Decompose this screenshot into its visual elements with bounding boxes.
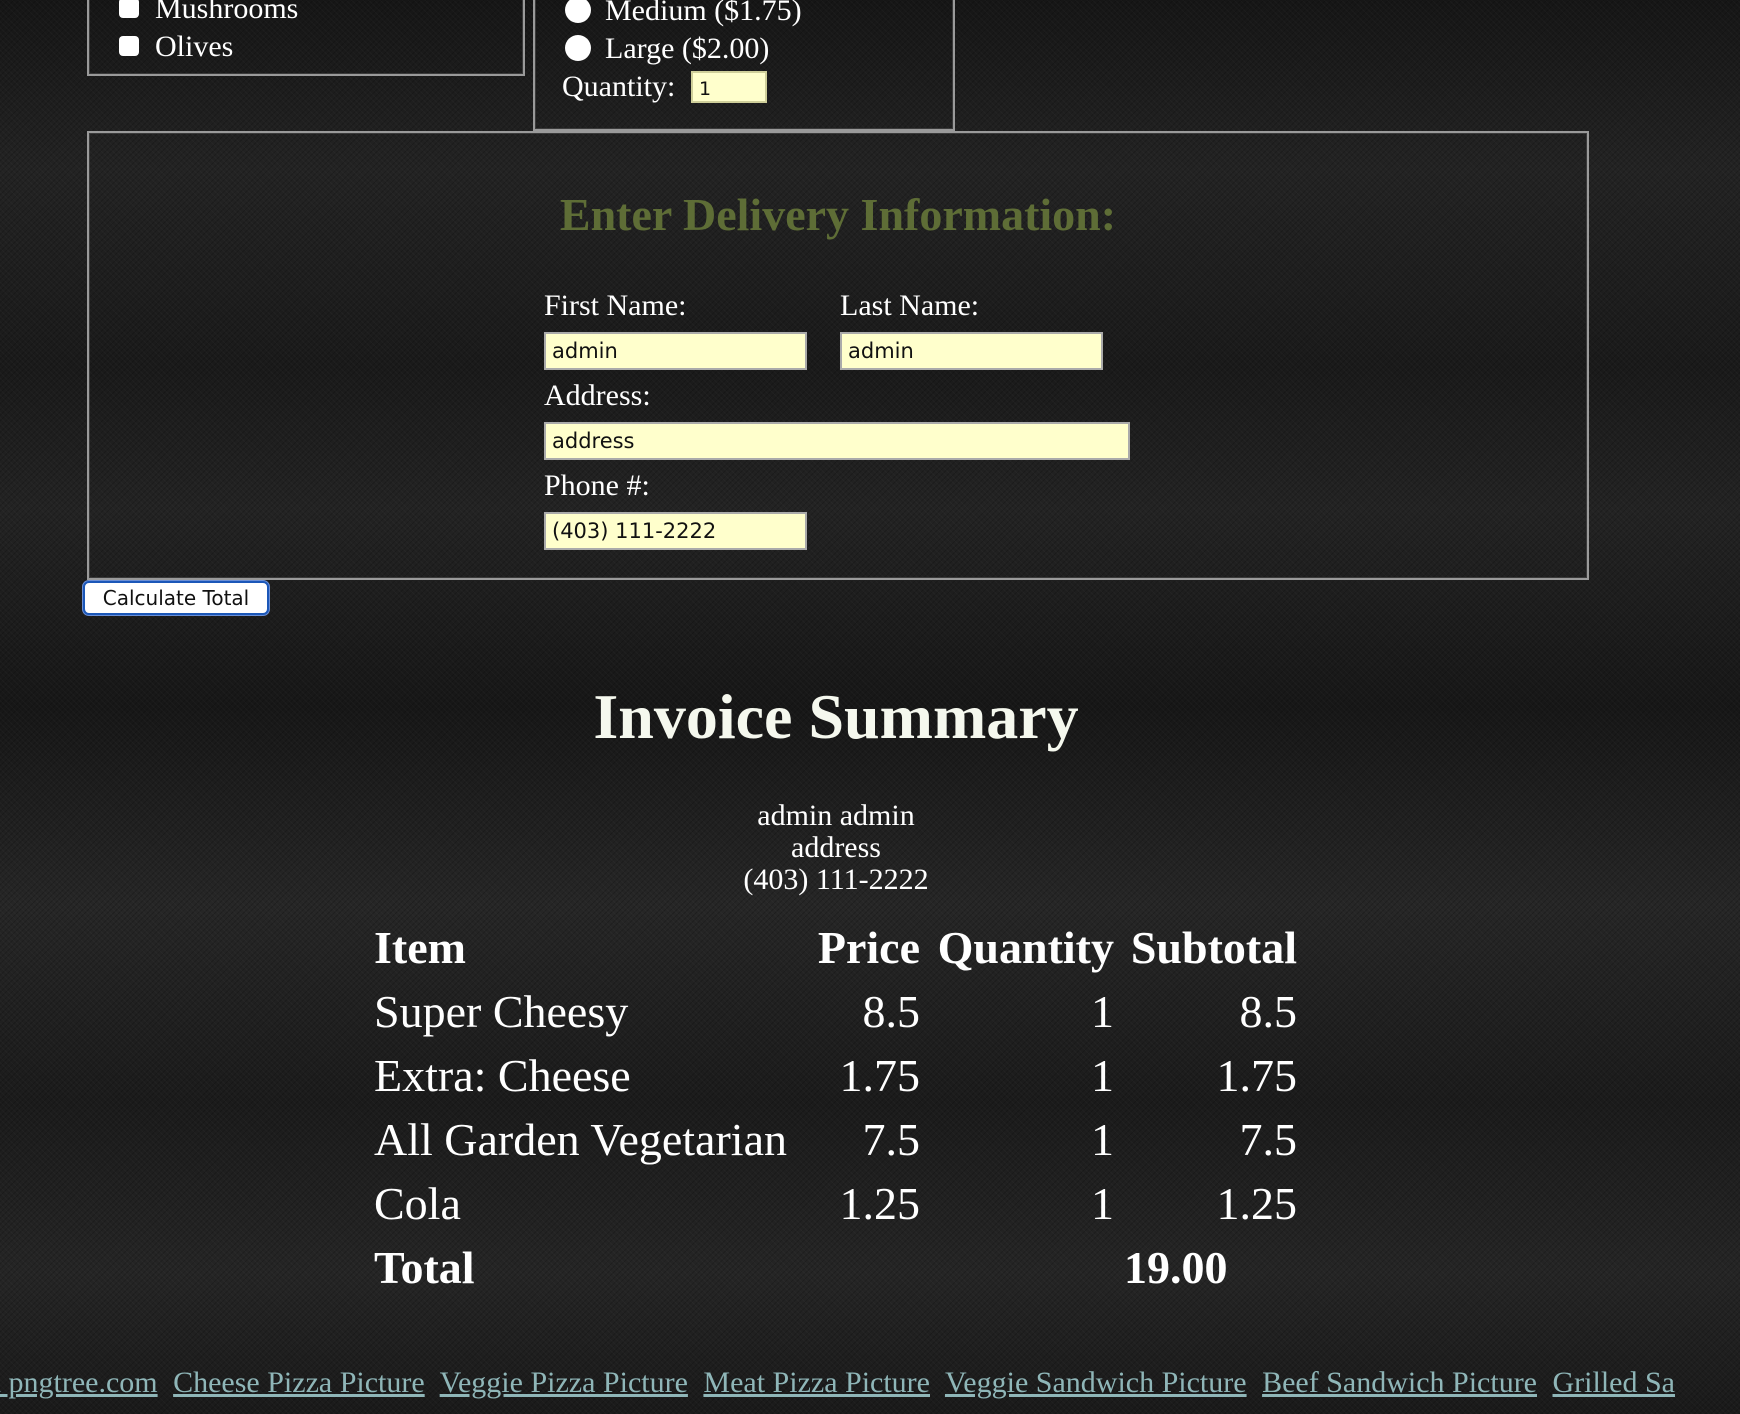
header-price: Price <box>817 922 920 973</box>
size-fieldset: Medium ($1.75) Large ($2.00) Quantity: 1 <box>533 0 955 131</box>
row-quantity: 1 <box>1091 1114 1114 1165</box>
row-item: Cola <box>374 1178 461 1229</box>
row-subtotal: 1.75 <box>1216 1050 1298 1101</box>
olives-checkbox[interactable] <box>119 36 139 57</box>
row-subtotal: 8.5 <box>1239 986 1298 1037</box>
toppings-fieldset: Mushrooms Olives <box>87 0 525 76</box>
address-label: Address: <box>544 379 651 412</box>
last-name-input[interactable]: admin <box>840 332 1103 370</box>
size-label: Medium ($1.75) <box>605 0 802 27</box>
row-quantity: 1 <box>1091 986 1114 1037</box>
row-price: 1.75 <box>839 1050 921 1101</box>
row-price: 8.5 <box>862 986 921 1037</box>
footer-link-meat-pizza[interactable]: Meat Pizza Picture <box>703 1366 930 1399</box>
delivery-fieldset: Enter Delivery Information: First Name: … <box>87 131 1589 580</box>
footer-link-veggie-sandwich[interactable]: Veggie Sandwich Picture <box>945 1366 1247 1399</box>
row-subtotal: 7.5 <box>1239 1114 1298 1165</box>
size-label: Large ($2.00) <box>605 32 770 65</box>
topping-option-mushrooms[interactable]: Mushrooms <box>119 0 298 26</box>
customer-name: admin admin <box>757 799 915 832</box>
footer-link-veggie-pizza[interactable]: Veggie Pizza Picture <box>440 1366 688 1399</box>
header-item: Item <box>374 922 466 973</box>
phone-label: Phone #: <box>544 469 650 502</box>
first-name-input[interactable]: admin <box>544 332 807 370</box>
total-label: Total <box>374 1242 475 1293</box>
topping-label: Olives <box>155 30 234 63</box>
phone-input[interactable]: (403) 111-2222 <box>544 512 807 550</box>
header-quantity: Quantity <box>937 922 1114 973</box>
size-option-large[interactable]: Large ($2.00) <box>565 32 769 66</box>
header-subtotal: Subtotal <box>1130 922 1297 973</box>
row-item: Extra: Cheese <box>374 1050 631 1101</box>
last-name-label: Last Name: <box>840 289 980 322</box>
topping-option-olives[interactable]: Olives <box>119 30 233 64</box>
quantity-label: Quantity: <box>562 70 676 103</box>
total-value: 19.00 <box>1124 1242 1228 1293</box>
address-input[interactable]: address <box>544 422 1130 460</box>
footer-link-beef-sandwich[interactable]: Beef Sandwich Picture <box>1262 1366 1537 1399</box>
row-quantity: 1 <box>1091 1178 1114 1229</box>
customer-phone: (403) 111-2222 <box>743 863 929 896</box>
customer-address: address <box>791 831 881 864</box>
invoice-title: Invoice Summary <box>593 681 1079 752</box>
row-price: 7.5 <box>862 1114 921 1165</box>
row-item: All Garden Vegetarian <box>374 1114 787 1165</box>
mushrooms-checkbox[interactable] <box>119 0 139 19</box>
topping-label: Mushrooms <box>155 0 299 25</box>
delivery-title: Enter Delivery Information: <box>559 189 1117 240</box>
first-name-label: First Name: <box>544 289 687 322</box>
quantity-input[interactable]: 1 <box>691 71 767 103</box>
footer-link-pngtree[interactable]: n pngtree.com <box>0 1366 158 1399</box>
medium-radio[interactable] <box>565 0 591 24</box>
row-quantity: 1 <box>1091 1050 1114 1101</box>
footer-link-grilled-sandwich[interactable]: Grilled Sa <box>1553 1366 1675 1399</box>
row-price: 1.25 <box>839 1178 921 1229</box>
footer-link-cheese-pizza[interactable]: Cheese Pizza Picture <box>173 1366 425 1399</box>
row-subtotal: 1.25 <box>1216 1178 1298 1229</box>
footer-image-credits: n pngtree.com Cheese Pizza Picture Veggi… <box>0 1366 1683 1400</box>
size-option-medium[interactable]: Medium ($1.75) <box>565 0 802 28</box>
large-radio[interactable] <box>565 35 591 62</box>
row-item: Super Cheesy <box>374 986 629 1037</box>
calculate-total-button[interactable]: Calculate Total <box>83 581 269 615</box>
